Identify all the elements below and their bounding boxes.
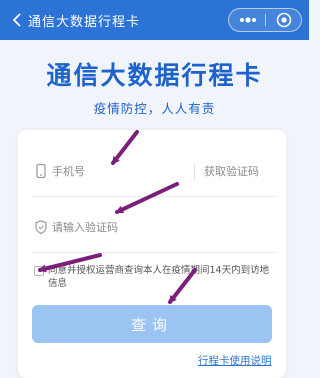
help-link[interactable]: 行程卡使用说明 bbox=[198, 353, 272, 368]
page-subtitle: 疫情防控，人人有责 bbox=[93, 101, 216, 116]
mini-program-header: 通信大数据行程卡 bbox=[0, 0, 309, 40]
chevron-left-icon bbox=[12, 13, 21, 27]
page-title: 通信大数据行程卡 bbox=[46, 61, 263, 90]
query-button[interactable]: 查询 bbox=[32, 305, 272, 343]
phone-row: 获取验证码 bbox=[32, 156, 276, 197]
code-underline bbox=[32, 252, 276, 253]
phone-input[interactable] bbox=[52, 161, 182, 181]
agreement-checkbox[interactable] bbox=[34, 266, 44, 276]
phone-underline bbox=[32, 196, 276, 197]
close-button[interactable] bbox=[273, 11, 295, 29]
phone-divider bbox=[194, 163, 195, 181]
code-row bbox=[32, 212, 276, 253]
shield-icon bbox=[35, 220, 47, 235]
back-button[interactable] bbox=[6, 9, 28, 31]
more-button[interactable] bbox=[235, 11, 261, 29]
get-code-button[interactable]: 获取验证码 bbox=[204, 163, 259, 179]
agreement-text: 同意并授权运营商查询本人在疫情期间14天内到访地信息 bbox=[48, 265, 270, 289]
capsule-divider bbox=[265, 14, 266, 26]
verification-code-input[interactable] bbox=[52, 217, 252, 237]
capsule-menu bbox=[228, 8, 302, 32]
phone-icon bbox=[36, 163, 46, 179]
record-circle-icon bbox=[276, 12, 292, 28]
more-dots-icon bbox=[240, 17, 256, 23]
header-title: 通信大数据行程卡 bbox=[28, 15, 141, 30]
query-form-card: 获取验证码 同意并授权运营商查询本人在疫情期间14天内到访地信息 查询 行程卡使… bbox=[18, 130, 286, 378]
